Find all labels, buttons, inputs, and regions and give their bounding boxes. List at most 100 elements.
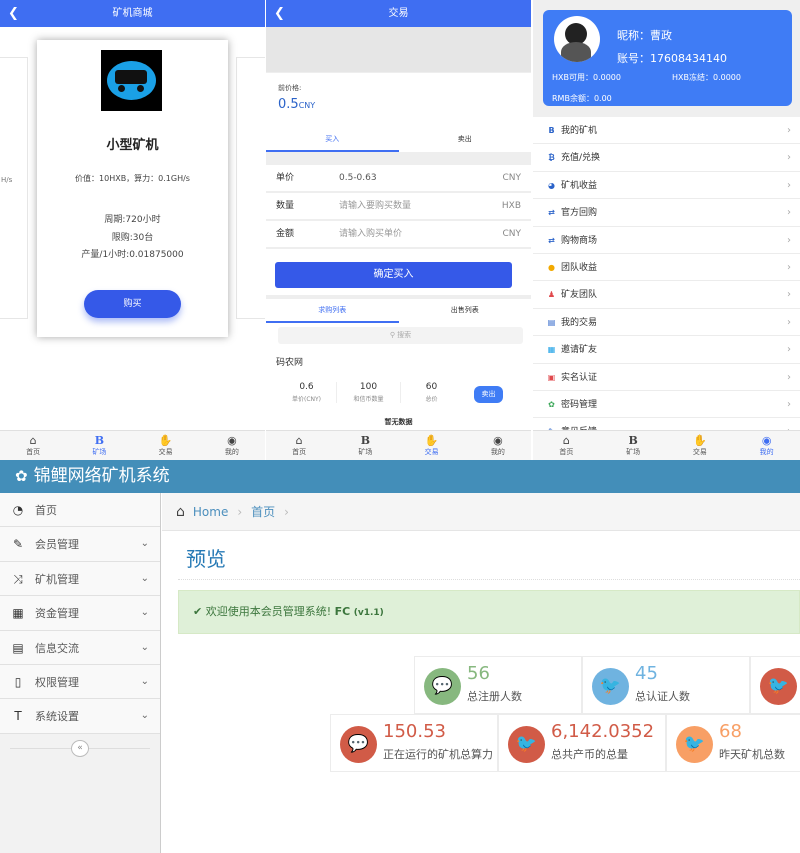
- tab-mine-field[interactable]: B 矿场: [600, 431, 667, 460]
- order-quantity: 100 和信币数量: [336, 382, 401, 403]
- breadcrumb-home[interactable]: Home: [193, 505, 228, 519]
- stat-value: 150.53: [383, 721, 446, 742]
- amount-unit: CNY: [502, 229, 521, 239]
- breadcrumb-separator-icon: ›: [237, 505, 243, 519]
- tab-mine-field[interactable]: B 矿场: [66, 431, 132, 460]
- tab-mine-field[interactable]: B 矿场: [332, 431, 398, 460]
- sidebar-item[interactable]: ▤ 信息交流 ⌄: [0, 630, 160, 665]
- buy-sell-tabs: 买入 卖出: [266, 128, 531, 152]
- menu-icon: ✿: [548, 399, 555, 409]
- user-icon: ◉: [761, 434, 772, 447]
- search-input[interactable]: ⚲ 搜索: [278, 327, 523, 344]
- menu-label: 矿友团队: [561, 290, 598, 301]
- back-arrow-icon[interactable]: ❮: [8, 0, 19, 27]
- stat-box: 💬 56 总注册人数: [414, 656, 582, 714]
- hand-icon: ✋: [693, 434, 707, 447]
- carousel-card-prev[interactable]: H/s: [0, 57, 28, 319]
- breadcrumb-separator-icon: ›: [284, 505, 289, 519]
- sidebar-item-label: 权限管理: [35, 675, 79, 689]
- sidebar-item[interactable]: T 系统设置 ⌄: [0, 699, 160, 734]
- mining-mall-screen: ❮ 矿机商城 H/s 小型矿机 价值：10HXB，算力：0.1GH/s 周期:7…: [0, 0, 265, 460]
- chevron-down-icon: ⌄: [140, 607, 149, 619]
- chevron-right-icon: ›: [787, 316, 791, 328]
- sidebar-item[interactable]: ◔ 首页: [0, 493, 160, 528]
- quantity-input[interactable]: 请输入要购买数量: [339, 193, 411, 220]
- hand-icon: ✋: [424, 434, 439, 447]
- tab-home[interactable]: ⌂ 首页: [0, 431, 66, 460]
- menu-icon: ▦: [547, 345, 556, 355]
- quantity-row: 数量 请输入要购买数量 HXB: [266, 193, 531, 220]
- menu-label: 密码管理: [561, 399, 598, 410]
- tab-buy-orders[interactable]: 求购列表: [266, 299, 399, 323]
- chevron-right-icon: ›: [787, 261, 791, 273]
- sidebar-item[interactable]: ⤨ 矿机管理 ⌄: [0, 561, 160, 597]
- menu-item[interactable]: ✿ 密码管理 ›: [533, 390, 800, 419]
- amount-input[interactable]: 请输入购买单价: [339, 221, 402, 248]
- menu-item[interactable]: ◕ 矿机收益 ›: [533, 171, 800, 200]
- tab-sell[interactable]: 卖出: [399, 128, 532, 152]
- admin-topbar: ✿ 锦鲤网络矿机系统: [0, 460, 800, 493]
- menu-label: 购物商场: [561, 235, 598, 246]
- menu-item[interactable]: ● 团队收益 ›: [533, 253, 800, 282]
- stat-label: 总认证人数: [635, 690, 690, 703]
- trade-title: 交易: [388, 8, 409, 19]
- chevron-right-icon: ›: [787, 289, 791, 301]
- tab-buy[interactable]: 买入: [266, 128, 399, 152]
- home-icon: ⌂: [29, 434, 37, 447]
- menu-item[interactable]: ▦ 邀请矿友 ›: [533, 336, 800, 364]
- previous-price-box: 前价格: 0.5CNY: [266, 73, 531, 128]
- chevron-right-icon: ›: [787, 344, 791, 356]
- avatar[interactable]: [554, 16, 600, 62]
- home-icon: ⌂: [176, 504, 185, 520]
- sidebar-item-label: 信息交流: [35, 641, 79, 655]
- confirm-buy-button[interactable]: 确定买入: [275, 262, 512, 288]
- tab-sell-orders[interactable]: 出售列表: [399, 299, 532, 323]
- buy-button[interactable]: 购买: [84, 290, 181, 318]
- tab-mine[interactable]: ◉ 我的: [733, 431, 800, 460]
- tab-trade[interactable]: ✋ 交易: [667, 431, 734, 460]
- tab-mine[interactable]: ◉ 我的: [465, 431, 531, 460]
- sidebar-item[interactable]: ✎ 会员管理 ⌄: [0, 527, 160, 562]
- back-arrow-icon[interactable]: ❮: [274, 0, 285, 27]
- hand-icon: ✋: [158, 434, 173, 447]
- menu-icon: ♟: [547, 290, 556, 300]
- amount-row: 金额 请输入购买单价 CNY: [266, 221, 531, 248]
- admin-sidebar: ◔ 首页 ✎ 会员管理 ⌄ ⤨ 矿机管理 ⌄ ▦ 资金管理 ⌄ ▤ 信息交流 ⌄ ▯ 权限管理 ⌄ T 系统设置 ⌄ …: [0, 493, 161, 853]
- menu-item[interactable]: ⇄ 购物商场 ›: [533, 226, 800, 254]
- sidebar-icon: T: [14, 709, 22, 724]
- chevron-down-icon: ⌄: [140, 641, 149, 653]
- miner-truck-logo-icon: [101, 50, 162, 111]
- alert-text: 欢迎使用本会员管理系统!: [205, 605, 332, 618]
- mall-header: ❮ 矿机商城: [0, 0, 265, 27]
- carousel-card-next[interactable]: [236, 57, 265, 319]
- tab-trade[interactable]: ✋ 交易: [133, 431, 199, 460]
- stat-icon: 🐦: [760, 668, 797, 705]
- menu-item[interactable]: ♟ 矿友团队 ›: [533, 281, 800, 309]
- menu-item[interactable]: ₿ 充值/兑换 ›: [533, 144, 800, 172]
- bitcoin-b-icon: B: [360, 434, 371, 447]
- admin-brand[interactable]: 锦鲤网络矿机系统: [34, 466, 170, 486]
- chevron-right-icon: ›: [787, 371, 791, 383]
- sidebar-item[interactable]: ▦ 资金管理 ⌄: [0, 596, 160, 631]
- menu-item[interactable]: B 我的矿机 ›: [533, 117, 800, 145]
- menu-item[interactable]: ▤ 我的交易 ›: [533, 308, 800, 337]
- tab-mine[interactable]: ◉ 我的: [199, 431, 265, 460]
- tab-home[interactable]: ⌂ 首页: [533, 431, 600, 460]
- breadcrumb-current[interactable]: 首页: [251, 505, 275, 519]
- product-card: 小型矿机 价值：10HXB，算力：0.1GH/s 周期:720小时 限购:30台…: [37, 40, 228, 337]
- menu-icon: ⇄: [548, 235, 555, 245]
- sell-button[interactable]: 卖出: [474, 386, 503, 403]
- prev-price-label: 前价格:: [278, 84, 302, 92]
- profile-card: 昵称：曹政 账号：17608434140 HXB可用：0.0000 HXB冻结：…: [543, 10, 792, 106]
- chevron-down-icon: ⌄: [140, 675, 149, 687]
- chevron-right-icon: ›: [787, 207, 791, 219]
- product-limit: 限购:30台: [111, 233, 154, 243]
- menu-item[interactable]: ⇄ 官方回购 ›: [533, 199, 800, 227]
- menu-label: 充值/兑换: [561, 153, 601, 164]
- collapse-sidebar-icon[interactable]: «: [71, 740, 89, 757]
- menu-item[interactable]: ▣ 实名认证 ›: [533, 363, 800, 391]
- tab-home[interactable]: ⌂ 首页: [266, 431, 332, 460]
- tab-trade[interactable]: ✋ 交易: [399, 431, 465, 460]
- order-unit-price: 0.6 单价(CNY): [291, 382, 322, 403]
- sidebar-item[interactable]: ▯ 权限管理 ⌄: [0, 664, 160, 700]
